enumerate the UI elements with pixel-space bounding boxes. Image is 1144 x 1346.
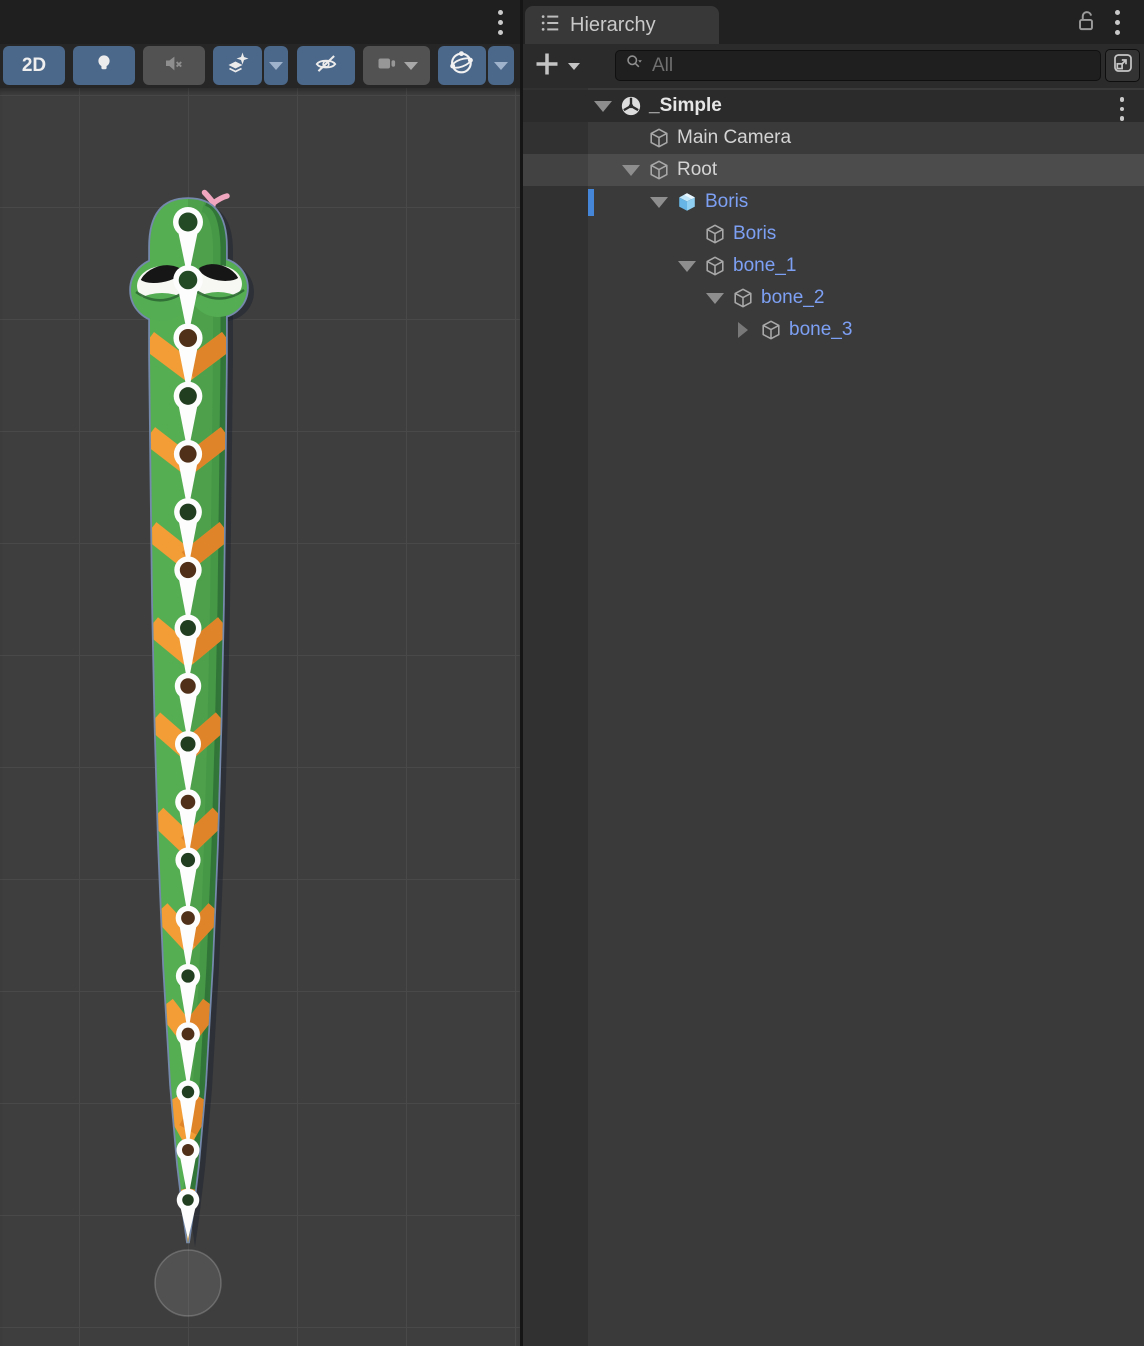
gameobject-cube-icon [732,287,754,309]
light-bulb-icon [92,51,116,80]
tab-hierarchy[interactable]: Hierarchy [525,6,719,44]
open-new-window-button[interactable] [1105,49,1140,82]
foldout-expanded-icon[interactable] [594,101,612,112]
gameobject-cube-icon [648,127,670,149]
scene-lighting-button[interactable] [73,46,135,85]
hidden-objects-button[interactable] [297,46,355,85]
gizmos-button[interactable] [438,46,486,85]
hierarchy-row-bone-1[interactable]: bone_1 [523,250,1144,282]
boris-snake-sprite[interactable] [108,185,268,1320]
hierarchy-tree: _Simple Main Camera Root [523,88,1144,1346]
hierarchy-row-boris-child[interactable]: Boris [523,218,1144,250]
hierarchy-toolbar [523,44,1144,88]
unity-scene-icon [620,95,642,117]
create-object-button[interactable] [533,50,591,82]
foldout-expanded-icon[interactable] [706,293,724,304]
row-label: Main Camera [677,127,791,149]
2d-mode-label: 2D [22,55,46,77]
row-label: Boris [705,191,748,213]
gizmos-dropdown-button[interactable] [488,46,514,85]
chevron-down-icon [568,63,580,70]
row-label: Root [677,159,717,181]
gizmos-sphere-icon [448,49,476,82]
hierarchy-row-bone-3[interactable]: bone_3 [523,314,1144,346]
scene-camera-button[interactable] [363,46,430,85]
scene-viewport[interactable] [0,88,520,1346]
gameobject-cube-icon [704,223,726,245]
hierarchy-search[interactable] [615,50,1101,81]
scene-more-menu-icon[interactable] [498,10,503,35]
search-icon[interactable] [624,52,646,79]
scene-more-menu-icon[interactable] [1120,97,1125,121]
hierarchy-more-menu-icon[interactable] [1115,10,1120,35]
prefab-selection-bar [588,189,594,216]
hierarchy-panel: Hierarchy [523,0,1144,1346]
scene-view-pane: 2D [0,0,520,1346]
chevron-down-icon [494,62,508,70]
hierarchy-list-icon [539,12,561,39]
search-input[interactable] [652,55,1092,77]
hierarchy-tabbar: Hierarchy [523,0,1144,44]
row-label: bone_2 [761,287,824,309]
unlock-icon[interactable] [1073,8,1099,39]
gameobject-cube-icon [704,255,726,277]
audio-mute-icon [162,51,186,80]
eye-slash-icon [313,50,339,81]
hierarchy-row-main-camera[interactable]: Main Camera [523,122,1144,154]
scene-audio-button[interactable] [143,46,205,85]
tab-title: Hierarchy [570,14,656,37]
hierarchy-row-root[interactable]: Root [523,154,1144,186]
gameobject-cube-icon [648,159,670,181]
effects-dropdown-button[interactable] [264,46,288,85]
hierarchy-row-scene[interactable]: _Simple [523,90,1144,122]
hierarchy-row-bone-2[interactable]: bone_2 [523,282,1144,314]
row-label: bone_1 [733,255,796,277]
chevron-down-icon [404,62,418,70]
scene-name: _Simple [649,95,722,117]
effects-button[interactable] [213,46,262,85]
foldout-expanded-icon[interactable] [622,165,640,176]
prefab-cube-icon [676,191,698,213]
plus-icon [533,50,561,83]
camera-icon [376,51,400,80]
effects-icon [226,51,250,80]
gameobject-cube-icon [760,319,782,341]
pivot-circle-gizmo[interactable] [155,1250,221,1316]
unity-editor-window: 2D [0,0,1144,1346]
2d-mode-button[interactable]: 2D [3,46,65,85]
hierarchy-row-boris-prefab[interactable]: Boris [523,186,1144,218]
scene-view-header [0,0,520,44]
scene-view-toolbar: 2D [0,44,520,88]
expand-window-icon [1111,51,1135,80]
foldout-collapsed-icon[interactable] [734,322,752,338]
chevron-down-icon [269,62,283,70]
row-label: bone_3 [789,319,852,341]
row-label: Boris [733,223,776,245]
foldout-expanded-icon[interactable] [650,197,668,208]
foldout-expanded-icon[interactable] [678,261,696,272]
